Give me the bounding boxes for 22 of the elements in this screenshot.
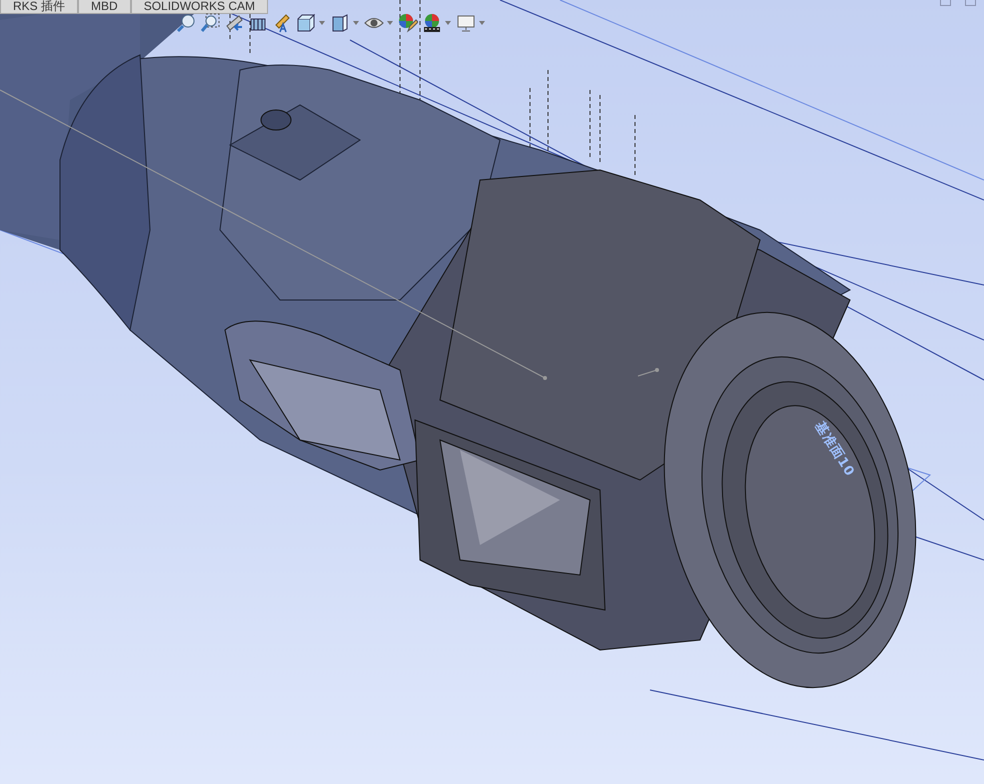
caret-icon — [386, 20, 394, 26]
cube-icon — [296, 13, 316, 33]
zoom-area-icon — [200, 13, 220, 33]
toolbar-button[interactable] — [200, 12, 220, 34]
caret-icon — [444, 20, 452, 26]
command-tab[interactable]: MBD — [78, 0, 131, 14]
caret-icon — [352, 20, 360, 26]
toolbar-button[interactable] — [398, 12, 418, 34]
box-icon — [330, 13, 350, 33]
toolbar-button[interactable] — [422, 12, 452, 34]
toolbar-button[interactable] — [176, 12, 196, 34]
toolbar-button[interactable] — [296, 12, 326, 34]
toolbar-button[interactable] — [330, 12, 360, 34]
command-tab[interactable]: SOLIDWORKS CAM — [130, 0, 268, 14]
caret-icon — [478, 20, 486, 26]
command-tab[interactable]: RKS 插件 — [0, 0, 78, 14]
monitor-icon — [456, 13, 476, 33]
caret-icon — [318, 20, 326, 26]
color-ball-scene-icon — [422, 13, 442, 33]
zoom-fit-icon — [176, 13, 196, 33]
color-ball-pencil-icon — [398, 13, 418, 33]
plane-label: 基准面10 — [810, 418, 858, 480]
